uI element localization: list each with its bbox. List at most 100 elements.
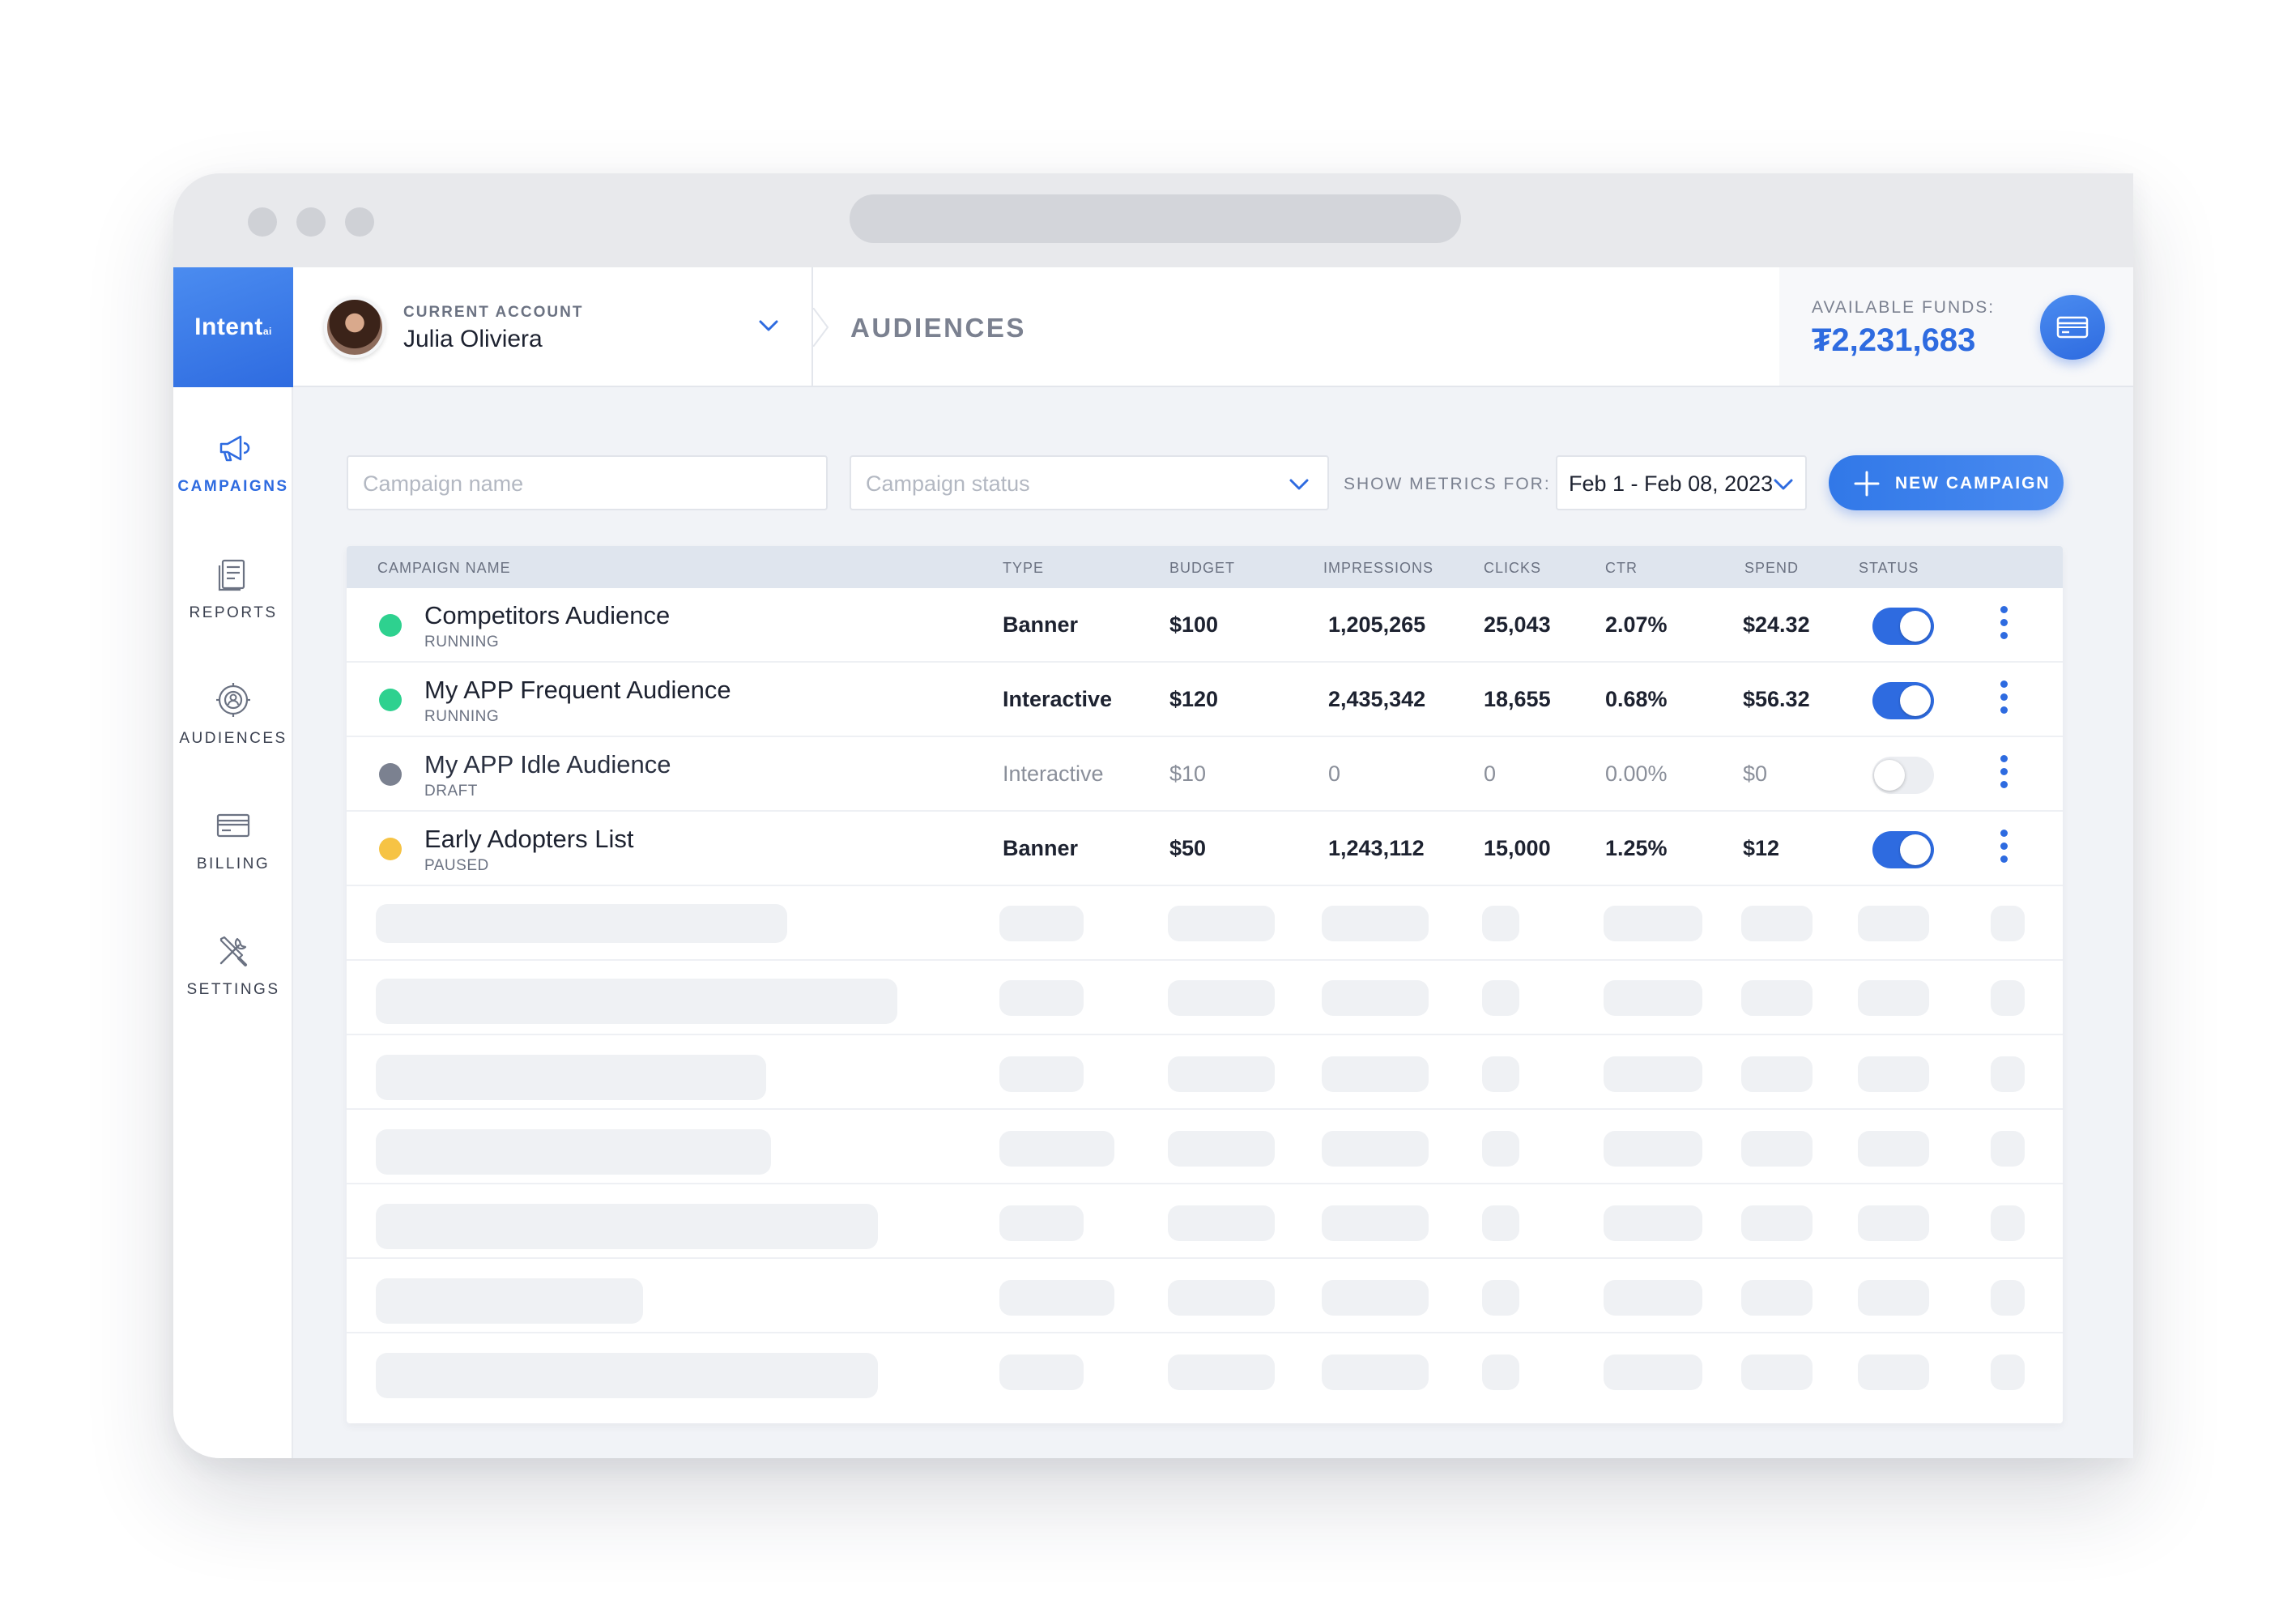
skeleton-block <box>1858 1131 1929 1167</box>
status-toggle[interactable] <box>1872 831 1934 868</box>
sidebar-item-reports[interactable]: REPORTS <box>173 556 293 653</box>
target-user-icon <box>216 683 250 717</box>
skeleton-block <box>1741 1280 1813 1316</box>
skeleton-block <box>1168 980 1275 1016</box>
campaign-type: Banner <box>1003 836 1079 860</box>
skeleton-block <box>1858 1056 1929 1092</box>
campaign-status: PAUSED <box>424 857 489 874</box>
skeleton-block <box>999 980 1084 1016</box>
column-header-budget[interactable]: BUDGET <box>1169 560 1235 577</box>
skeleton-block <box>1322 1056 1429 1092</box>
campaign-status: DRAFT <box>424 783 478 800</box>
skeleton-block <box>1168 1354 1275 1390</box>
campaigns-table: CAMPAIGN NAME TYPE BUDGET IMPRESSIONS CL… <box>347 546 2063 1423</box>
account-switcher[interactable]: CURRENT ACCOUNT Julia Oliviera <box>293 267 811 387</box>
skeleton-block <box>1991 1056 2025 1092</box>
skeleton-block <box>1991 1205 2025 1241</box>
skeleton-block <box>1991 980 2025 1016</box>
table-row[interactable]: Competitors Audience RUNNING Banner $100… <box>347 588 2063 663</box>
account-label: CURRENT ACCOUNT <box>403 304 584 321</box>
skeleton-block <box>376 979 897 1024</box>
skeleton-block <box>1604 1280 1702 1316</box>
skeleton-block <box>1991 906 2025 941</box>
campaign-clicks: 25,043 <box>1484 612 1551 637</box>
column-header-impressions[interactable]: IMPRESSIONS <box>1323 560 1433 577</box>
sidebar-item-billing[interactable]: BILLING <box>173 807 293 904</box>
skeleton-row <box>347 1110 2063 1184</box>
table-header: CAMPAIGN NAME TYPE BUDGET IMPRESSIONS CL… <box>347 546 2063 588</box>
column-header-campaign-name[interactable]: CAMPAIGN NAME <box>377 560 511 577</box>
skeleton-block <box>376 1055 766 1100</box>
date-range-value: Feb 1 - Feb 08, 2023 <box>1569 471 1774 496</box>
window-close-dot[interactable] <box>248 207 277 237</box>
skeleton-block <box>1604 906 1702 941</box>
sidebar-item-audiences[interactable]: AUDIENCES <box>173 681 293 779</box>
tools-icon <box>219 936 247 966</box>
skeleton-block <box>1322 1205 1429 1241</box>
more-options-icon[interactable] <box>1996 680 2012 721</box>
campaign-status: RUNNING <box>424 708 500 725</box>
campaign-spend: $56.32 <box>1743 687 1810 711</box>
window-minimize-dot[interactable] <box>296 207 326 237</box>
status-toggle[interactable] <box>1872 757 1934 794</box>
skeleton-block <box>1604 1205 1702 1241</box>
date-range-select[interactable]: Feb 1 - Feb 08, 2023 <box>1556 455 1807 510</box>
campaign-status-select[interactable]: Campaign status <box>850 455 1329 510</box>
skeleton-block <box>1741 906 1813 941</box>
column-header-clicks[interactable]: CLICKS <box>1484 560 1541 577</box>
campaign-ctr: 1.25% <box>1605 836 1668 860</box>
skeleton-block <box>1322 1354 1429 1390</box>
sidebar-item-campaigns[interactable]: CAMPAIGNS <box>173 429 293 527</box>
column-header-status[interactable]: STATUS <box>1859 560 1919 577</box>
megaphone-icon <box>219 435 250 462</box>
campaign-spend: $12 <box>1743 836 1780 860</box>
campaign-impressions: 1,205,265 <box>1328 612 1426 637</box>
more-options-icon[interactable] <box>1996 830 2012 870</box>
more-options-icon[interactable] <box>1996 755 2012 796</box>
skeleton-block <box>1741 1354 1813 1390</box>
address-bar[interactable] <box>850 194 1461 243</box>
campaign-name-input[interactable]: Campaign name <box>347 455 828 510</box>
skeleton-block <box>1604 1131 1702 1167</box>
skeleton-block <box>1741 1205 1813 1241</box>
sidebar-item-label: AUDIENCES <box>179 730 288 747</box>
skeleton-block <box>1322 1131 1429 1167</box>
skeleton-block <box>999 1354 1084 1390</box>
campaign-clicks: 18,655 <box>1484 687 1551 711</box>
column-header-ctr[interactable]: CTR <box>1605 560 1638 577</box>
status-toggle[interactable] <box>1872 682 1934 719</box>
table-row[interactable]: Early Adopters List PAUSED Banner $50 1,… <box>347 812 2063 886</box>
skeleton-block <box>1322 906 1429 941</box>
table-row[interactable]: My APP Frequent Audience RUNNING Interac… <box>347 663 2063 737</box>
new-campaign-button[interactable]: NEW CAMPAIGN <box>1829 455 2064 510</box>
skeleton-block <box>1741 980 1813 1016</box>
campaign-name[interactable]: My APP Idle Audience <box>424 750 671 779</box>
campaign-clicks: 0 <box>1484 761 1497 786</box>
campaign-name[interactable]: My APP Frequent Audience <box>424 676 731 705</box>
skeleton-row <box>347 886 2063 961</box>
more-options-icon[interactable] <box>1996 606 2012 646</box>
campaign-impressions: 0 <box>1328 761 1341 786</box>
billing-button[interactable] <box>2040 295 2105 360</box>
skeleton-block <box>1858 980 1929 1016</box>
campaign-type: Banner <box>1003 612 1079 637</box>
skeleton-block <box>1482 980 1519 1016</box>
status-toggle[interactable] <box>1872 608 1934 645</box>
campaign-name[interactable]: Competitors Audience <box>424 601 670 630</box>
chevron-down-icon[interactable] <box>758 318 779 334</box>
funds-label: AVAILABLE FUNDS: <box>1812 298 1996 317</box>
column-header-spend[interactable]: SPEND <box>1744 560 1799 577</box>
campaign-spend: $24.32 <box>1743 612 1810 637</box>
window-maximize-dot[interactable] <box>345 207 374 237</box>
column-header-type[interactable]: TYPE <box>1003 560 1044 577</box>
table-row[interactable]: My APP Idle Audience DRAFT Interactive $… <box>347 737 2063 812</box>
skeleton-row <box>347 1259 2063 1333</box>
sidebar-item-settings[interactable]: SETTINGS <box>173 932 293 1030</box>
skeleton-row <box>347 1333 2063 1408</box>
campaign-budget: $10 <box>1169 761 1207 786</box>
account-name: Julia Oliviera <box>403 326 543 352</box>
report-icon <box>218 559 245 591</box>
campaign-impressions: 1,243,112 <box>1328 836 1425 860</box>
brand-logo[interactable]: Intentai <box>173 267 293 387</box>
campaign-name[interactable]: Early Adopters List <box>424 825 633 854</box>
